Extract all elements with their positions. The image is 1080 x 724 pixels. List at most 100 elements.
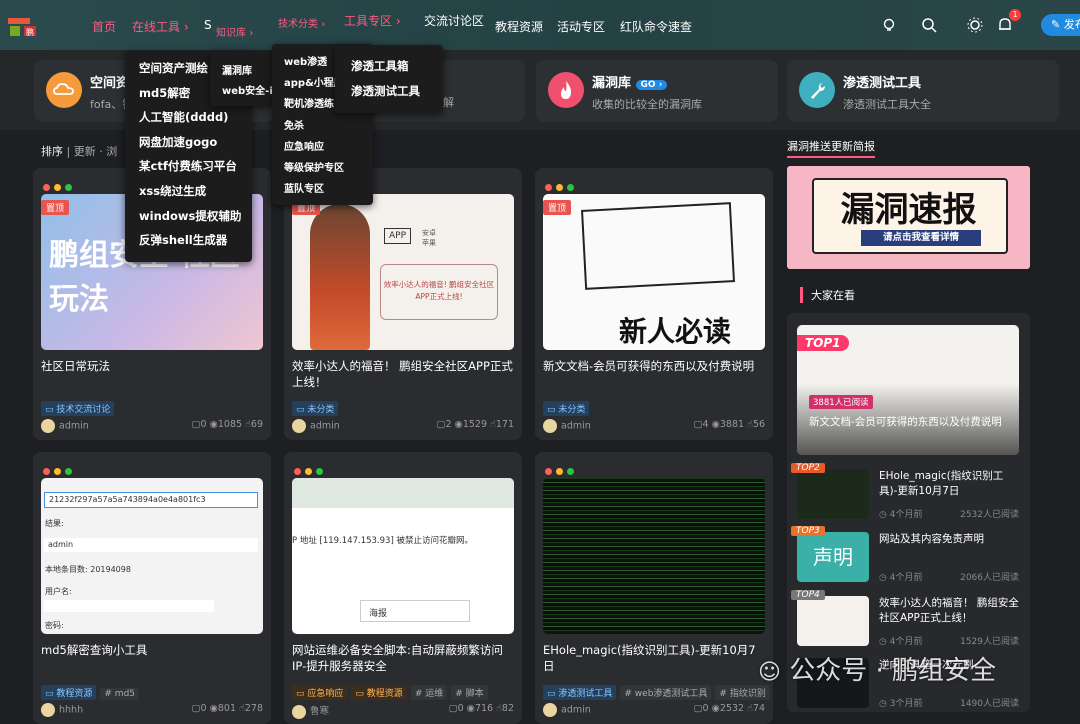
quick-card-title-text: 漏洞库 (592, 76, 632, 91)
window-dots (43, 460, 76, 479)
author[interactable]: admin (310, 421, 340, 432)
bulb-icon[interactable] (880, 16, 898, 34)
hot-title: 大家在看 (800, 287, 855, 303)
go-badge: GO › (635, 80, 668, 90)
nav-tech[interactable]: 技术分类 › (278, 15, 325, 30)
author[interactable]: hhhh (59, 705, 83, 716)
quick-card-title: 漏洞库 GO › (592, 72, 668, 91)
menu-item[interactable]: 免杀 (284, 117, 373, 138)
pinned-badge: 置顶 (41, 200, 70, 215)
nav-online-tools[interactable]: 在线工具 › (132, 18, 189, 35)
tag[interactable]: ▭ 教程资源 (41, 685, 97, 700)
sort-label: 排序 (41, 145, 63, 158)
platform-label: 安卓 苹果 (422, 229, 436, 247)
post-meta: admin ▢0 ◉1085 ☝69 (41, 419, 263, 433)
eye-icon: ◉ (466, 703, 475, 714)
menu-item[interactable]: 反弹shell生成器 (139, 232, 252, 257)
nav-knowledge[interactable]: 知识库 › (216, 24, 253, 39)
post-card[interactable]: EHole_magic(指纹识别工具)-更新10月7日 ▭ 渗透测试工具 # we… (535, 452, 773, 724)
wechat-icon: ☺ (758, 660, 781, 685)
post-title: 网站运维必备安全脚本:自动屏蔽频繁访问IP-提升服务器安全 (292, 643, 503, 673)
menu-item[interactable]: 网盘加速gogo (139, 134, 252, 159)
quick-card-vuln[interactable]: 漏洞库 GO › 收集的比较全的漏洞库 (536, 60, 778, 122)
tag[interactable]: ▭ 渗透测试工具 (543, 685, 617, 700)
like-count: 171 (495, 419, 514, 430)
hot-reads: 1490人已阅读 (960, 699, 1019, 709)
nav-redteam[interactable]: 红队命令速查 (620, 18, 692, 35)
tag[interactable]: ▭ 未分类 (292, 401, 339, 416)
nav-discussion[interactable]: 交流讨论区 (424, 12, 484, 29)
chevron-right-icon: › (395, 14, 401, 28)
tag[interactable]: ▭ 应急响应 (292, 685, 348, 700)
clock-icon: ◷ (879, 699, 887, 709)
sort-update[interactable]: 更新 (74, 145, 96, 158)
tag[interactable]: ▭ 技术交流讨论 (41, 401, 115, 416)
watermark: ☺ 公众号 · 鹏组安全 (758, 650, 996, 687)
nav-home[interactable]: 首页 (92, 18, 116, 35)
post-card[interactable]: P 地址 [119.147.153.93] 被禁止访问花瓣网。 海报 网站运维必… (284, 452, 522, 724)
nav-tutorials[interactable]: 教程资源 (495, 18, 543, 35)
tag[interactable]: # 指纹识别 (715, 685, 770, 700)
menu-item[interactable]: web安全-i (222, 82, 274, 102)
author[interactable]: admin (561, 421, 591, 432)
menu-item[interactable]: 蓝队专区 (284, 180, 373, 201)
pass-label: 密码: (45, 621, 64, 630)
tag[interactable]: # md5 (100, 688, 140, 700)
post-card[interactable]: 新人必读 置顶 新文文档-会员可获得的东西以及付费说明 ▭ 未分类 admin … (535, 168, 773, 440)
post-card[interactable]: APP 安卓 苹果 效率小达人的福音! 鹏组安全社区APP正式上线! 置顶 效率… (284, 168, 522, 440)
hot-item[interactable]: TOP4 效率小达人的福音！ 鹏组安全社区APP正式上线！ ◷ 4个月前 1529… (791, 590, 1019, 648)
folder-icon: ▭ (296, 689, 305, 699)
publish-button[interactable]: ✎ 发布 (1041, 14, 1080, 36)
illustration-figure (310, 204, 370, 350)
post-meta: hhhh ▢0 ◉801 ☝278 (41, 703, 263, 717)
post-card[interactable]: 21232f297a57a5a743894a0e4a801fc3 结果: adm… (33, 452, 271, 724)
rank-badge: TOP4 (791, 590, 825, 600)
app-icon: APP (384, 228, 412, 244)
tag[interactable]: ▭ 未分类 (543, 401, 590, 416)
hot-item[interactable]: TOP2 EHole_magic(指纹识别工具)-更新10月7日 ◷ 4个月前 2… (791, 463, 1019, 521)
menu-item[interactable]: xss绕过生成 (139, 183, 252, 208)
leaf-banner (292, 478, 514, 508)
knowledge-menu: 漏洞库 web安全-i (210, 51, 274, 106)
comment-icon: ▢ (191, 703, 201, 714)
tag[interactable]: # web渗透测试工具 (620, 685, 712, 700)
menu-item[interactable]: 某ctf付费练习平台 (139, 158, 252, 183)
nav-tools[interactable]: 工具专区 › (344, 12, 401, 29)
nav-tools-label: 工具专区 (344, 14, 393, 28)
menu-item[interactable]: 渗透测试工具 (351, 83, 443, 108)
menu-item[interactable]: 人工智能(dddd) (139, 109, 252, 134)
entry-count: 本地条目数: 20194098 (45, 565, 131, 574)
search-icon[interactable] (920, 16, 938, 34)
eye-icon: ◉ (209, 703, 218, 714)
hot-time: 4个月前 (889, 573, 923, 583)
view-count: 801 (217, 703, 237, 714)
thumbnail-text: 效率小达人的福音! 鹏组安全社区APP正式上线! (380, 264, 498, 320)
hot-time: 4个月前 (889, 510, 923, 520)
hot-item[interactable]: 声明 TOP3 网站及其内容免责声明 ◷ 4个月前 2066人已阅读 (791, 526, 1019, 584)
tag[interactable]: # 运维 (410, 685, 448, 700)
go-badge-label: GO (640, 80, 656, 90)
author[interactable]: admin (59, 421, 89, 432)
post-thumbnail: APP 安卓 苹果 效率小达人的福音! 鹏组安全社区APP正式上线! (292, 194, 514, 350)
like-count: 69 (250, 419, 263, 430)
sort-views[interactable]: 浏 (106, 145, 117, 158)
site-logo-icon[interactable]: 鹏 (6, 12, 40, 40)
tag-label: 渗透测试工具 (558, 689, 613, 699)
vuln-banner[interactable]: 漏洞速报 请点击我查看详情 (787, 166, 1030, 269)
comment-icon: ▢ (448, 703, 458, 714)
menu-item[interactable]: 应急响应 (284, 138, 373, 159)
menu-item[interactable]: windows提权辅助 (139, 208, 252, 233)
theme-sun-icon[interactable] (966, 16, 984, 34)
nav-events[interactable]: 活动专区 (557, 18, 605, 35)
top1-item[interactable]: TOP1 3881人已阅读 新文文档-会员可获得的东西以及付费说明 (797, 325, 1019, 455)
quick-card-pentest[interactable]: 渗透测试工具 渗透测试工具大全 (787, 60, 1059, 122)
menu-item[interactable]: 等级保护专区 (284, 159, 373, 180)
author[interactable]: admin (561, 705, 591, 716)
tag[interactable]: ▭ 教程资源 (351, 685, 407, 700)
tag[interactable]: # 脚本 (451, 685, 488, 700)
menu-item[interactable]: 漏洞库 (222, 62, 274, 82)
result-label: 结果: (45, 519, 64, 528)
avatar (543, 703, 557, 717)
menu-item[interactable]: 渗透工具箱 (351, 58, 443, 83)
chevron-right-icon: › (658, 80, 663, 90)
